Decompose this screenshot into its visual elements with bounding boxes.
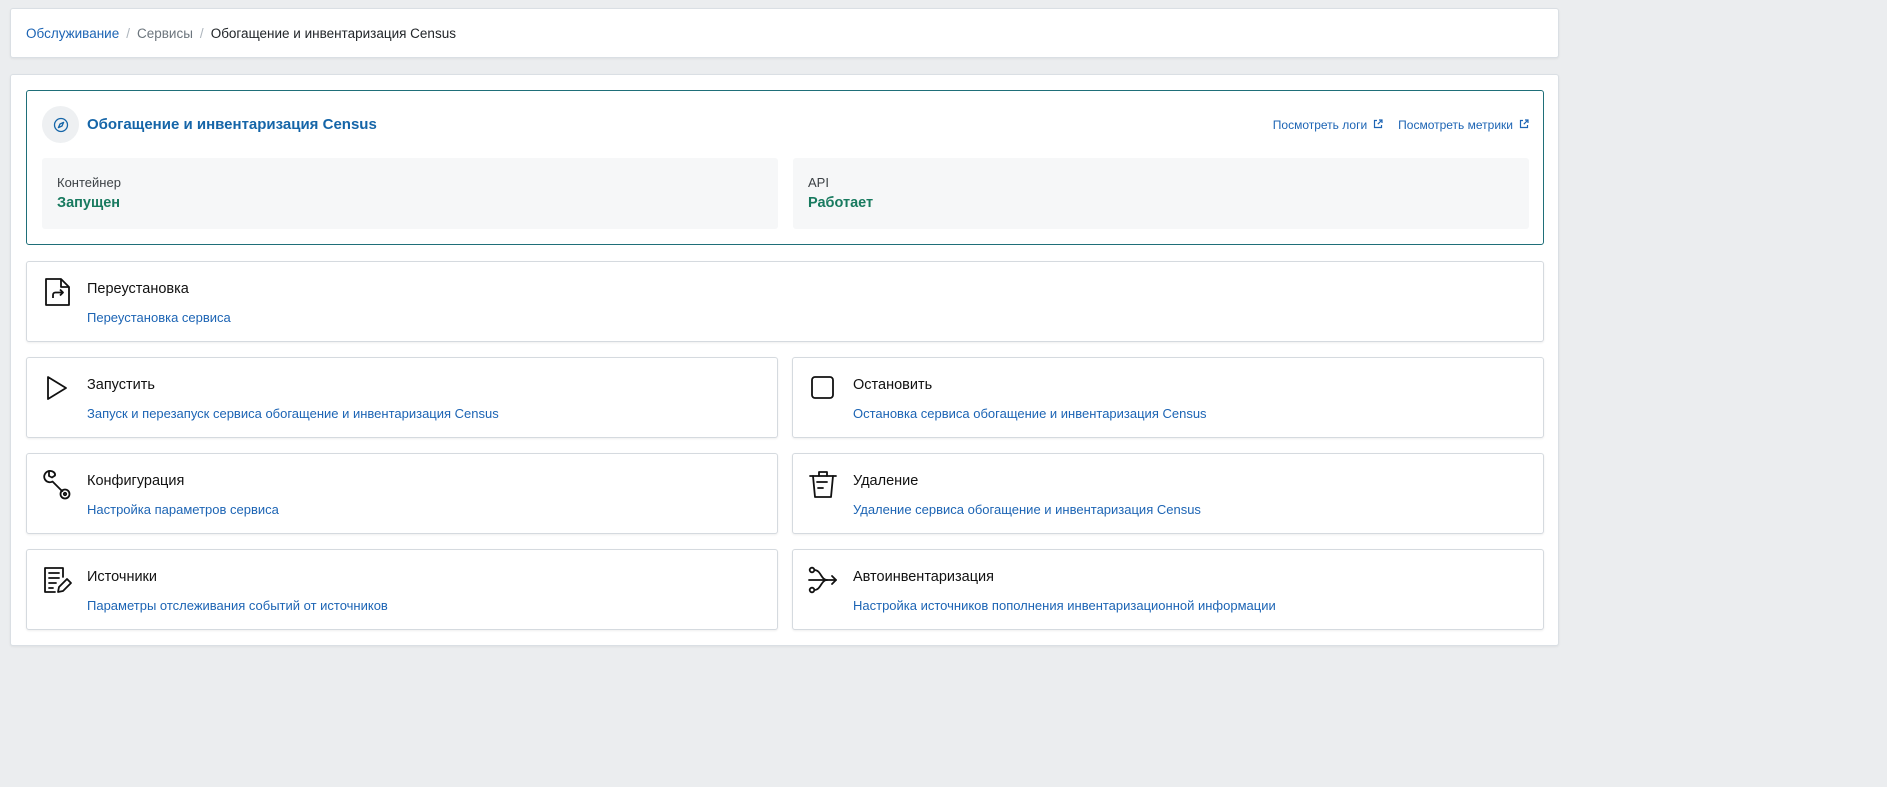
api-status-label: API xyxy=(808,175,829,190)
view-metrics-link[interactable]: Посмотреть метрики xyxy=(1398,118,1529,132)
api-status: API Работает xyxy=(793,158,1529,229)
config-description-link[interactable]: Настройка параметров сервиса xyxy=(87,502,279,517)
stop-title: Остановить xyxy=(853,377,933,393)
trash-icon xyxy=(807,468,839,500)
autoinventory-description-link[interactable]: Настройка источников пополнения инвентар… xyxy=(853,598,1276,613)
play-icon xyxy=(41,372,73,404)
external-link-icon xyxy=(1373,118,1383,132)
breadcrumb: Обслуживание / Сервисы / Обогащение и ин… xyxy=(10,8,1559,58)
service-links: Посмотреть логи Посмотреть метрики xyxy=(1273,118,1529,132)
config-title: Конфигурация xyxy=(87,473,185,489)
stop-icon xyxy=(807,372,839,404)
stop-description-link[interactable]: Остановка сервиса обогащение и инвентари… xyxy=(853,406,1207,421)
reinstall-title: Переустановка xyxy=(87,281,189,297)
external-link-icon xyxy=(1519,118,1529,132)
autoinventory-card[interactable]: Автоинвентаризация Настройка источников … xyxy=(792,549,1544,630)
sources-title: Источники xyxy=(87,569,158,585)
container-status-value: Запущен xyxy=(57,195,121,211)
wrench-icon xyxy=(41,468,73,500)
view-logs-link[interactable]: Посмотреть логи xyxy=(1273,118,1383,132)
start-title: Запустить xyxy=(87,377,155,393)
delete-card[interactable]: Удаление Удаление сервиса обогащение и и… xyxy=(792,453,1544,534)
stop-card[interactable]: Остановить Остановка сервиса обогащение … xyxy=(792,357,1544,438)
view-metrics-label: Посмотреть метрики xyxy=(1398,118,1513,132)
view-logs-label: Посмотреть логи xyxy=(1272,118,1368,132)
breadcrumb-item-services[interactable]: Сервисы xyxy=(137,26,193,41)
start-description-link[interactable]: Запуск и перезапуск сервиса обогащение и… xyxy=(87,406,499,421)
reinstall-card[interactable]: Переустановка Переустановка сервиса xyxy=(26,261,1544,342)
delete-title: Удаление xyxy=(853,473,919,489)
service-title: Обогащение и инвентаризация Census xyxy=(87,116,377,133)
api-status-value: Работает xyxy=(808,195,874,211)
config-card[interactable]: Конфигурация Настройка параметров сервис… xyxy=(26,453,778,534)
merge-arrows-icon xyxy=(807,564,839,596)
autoinventory-title: Автоинвентаризация xyxy=(853,569,994,585)
service-status-panel: Обогащение и инвентаризация Census Посмо… xyxy=(26,90,1544,245)
list-edit-icon xyxy=(41,564,73,596)
breadcrumb-item-current: Обогащение и инвентаризация Census xyxy=(210,25,456,41)
container-status-label: Контейнер xyxy=(57,175,121,190)
sources-card[interactable]: Источники Параметры отслеживания событий… xyxy=(26,549,778,630)
service-page-card: Обогащение и инвентаризация Census Посмо… xyxy=(10,74,1559,646)
sources-description-link[interactable]: Параметры отслеживания событий от источн… xyxy=(87,598,388,613)
compass-icon xyxy=(42,106,79,143)
reinstall-description-link[interactable]: Переустановка сервиса xyxy=(87,310,231,325)
breadcrumb-separator: / xyxy=(126,25,130,41)
delete-description-link[interactable]: Удаление сервиса обогащение и инвентариз… xyxy=(853,502,1201,517)
file-reinstall-icon xyxy=(41,276,73,308)
container-status: Контейнер Запущен xyxy=(42,158,778,229)
breadcrumb-item-maintenance[interactable]: Обслуживание xyxy=(26,26,119,41)
start-card[interactable]: Запустить Запуск и перезапуск сервиса об… xyxy=(26,357,778,438)
breadcrumb-separator: / xyxy=(199,25,204,41)
